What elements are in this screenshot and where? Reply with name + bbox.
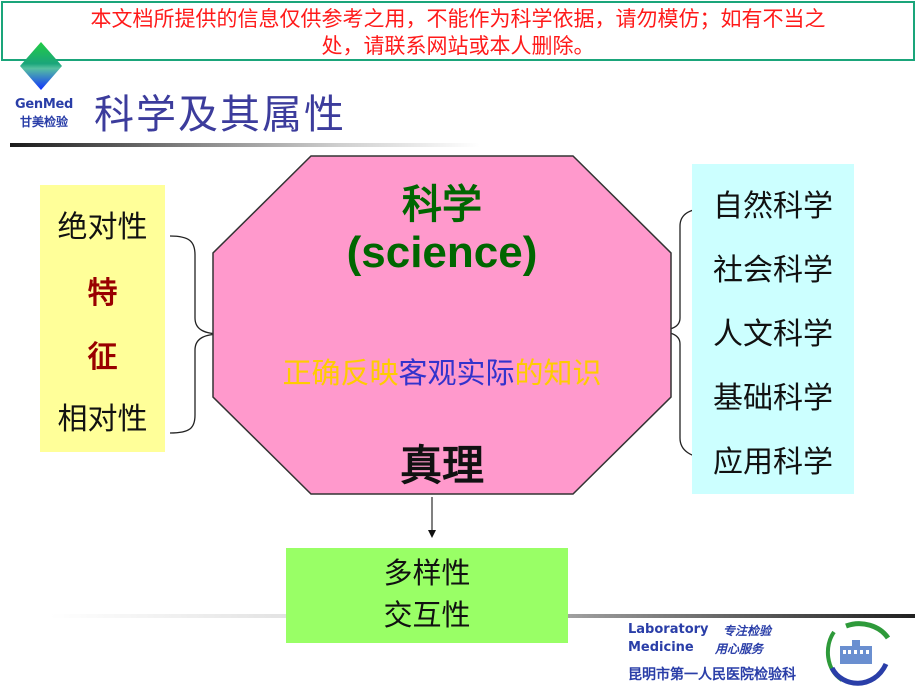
feature-label-char-1: 特 xyxy=(87,276,118,311)
type-natural-science: 自然科学 xyxy=(713,189,833,224)
disclaimer-banner: 本文档所提供的信息仅供参考之用，不能作为科学依据，请勿模仿；如有不当之 处，请联… xyxy=(1,1,915,61)
logo-name-cn: 甘美检验 xyxy=(19,115,68,129)
property-interactivity: 交互性 xyxy=(383,598,471,632)
definition-part-2: 客观实际 xyxy=(398,356,515,390)
definition-part-1: 正确反映 xyxy=(282,356,399,390)
title-divider xyxy=(10,143,480,147)
disclaimer-line-2: 处，请联系网站或本人删除。 xyxy=(321,34,595,58)
footer-slogan-2: 用心服务 xyxy=(715,642,764,656)
page-title: 科学及其属性 xyxy=(94,92,346,138)
type-humanities: 人文科学 xyxy=(713,317,833,352)
hospital-emblem-icon xyxy=(825,621,891,686)
footer-department: 昆明市第一人民医院检验科 xyxy=(628,667,796,683)
features-box: 绝对性 特 征 相对性 xyxy=(40,185,165,452)
down-arrow-head xyxy=(428,530,436,538)
property-diversity: 多样性 xyxy=(383,556,471,590)
type-basic-science: 基础科学 xyxy=(713,381,833,416)
type-applied-science: 应用科学 xyxy=(713,445,833,480)
properties-box: 多样性 交互性 xyxy=(286,548,568,643)
type-social-science: 社会科学 xyxy=(713,253,833,288)
science-subtitle: (science) xyxy=(346,228,538,277)
definition-part-3: 的知识 xyxy=(514,356,602,390)
disclaimer-line-1: 本文档所提供的信息仅供参考之用，不能作为科学依据，请勿模仿；如有不当之 xyxy=(90,7,826,31)
feature-label-char-2: 征 xyxy=(87,340,118,375)
science-truth: 真理 xyxy=(399,441,484,490)
feature-absolute: 绝对性 xyxy=(57,210,148,245)
logo-name-en: GenMed xyxy=(14,97,73,112)
footer-laboratory: Laboratory xyxy=(628,622,709,637)
feature-relative: 相对性 xyxy=(57,402,148,437)
science-title: 科学 xyxy=(402,181,482,228)
science-types-box: 自然科学 社会科学 人文科学 基础科学 应用科学 xyxy=(692,164,854,494)
footer-slogan-1: 专注检验 xyxy=(723,624,772,638)
science-definition: 正确反映客观实际的知识 xyxy=(212,350,672,392)
diamond-logo-icon xyxy=(20,42,62,90)
footer-medicine: Medicine xyxy=(628,640,694,655)
